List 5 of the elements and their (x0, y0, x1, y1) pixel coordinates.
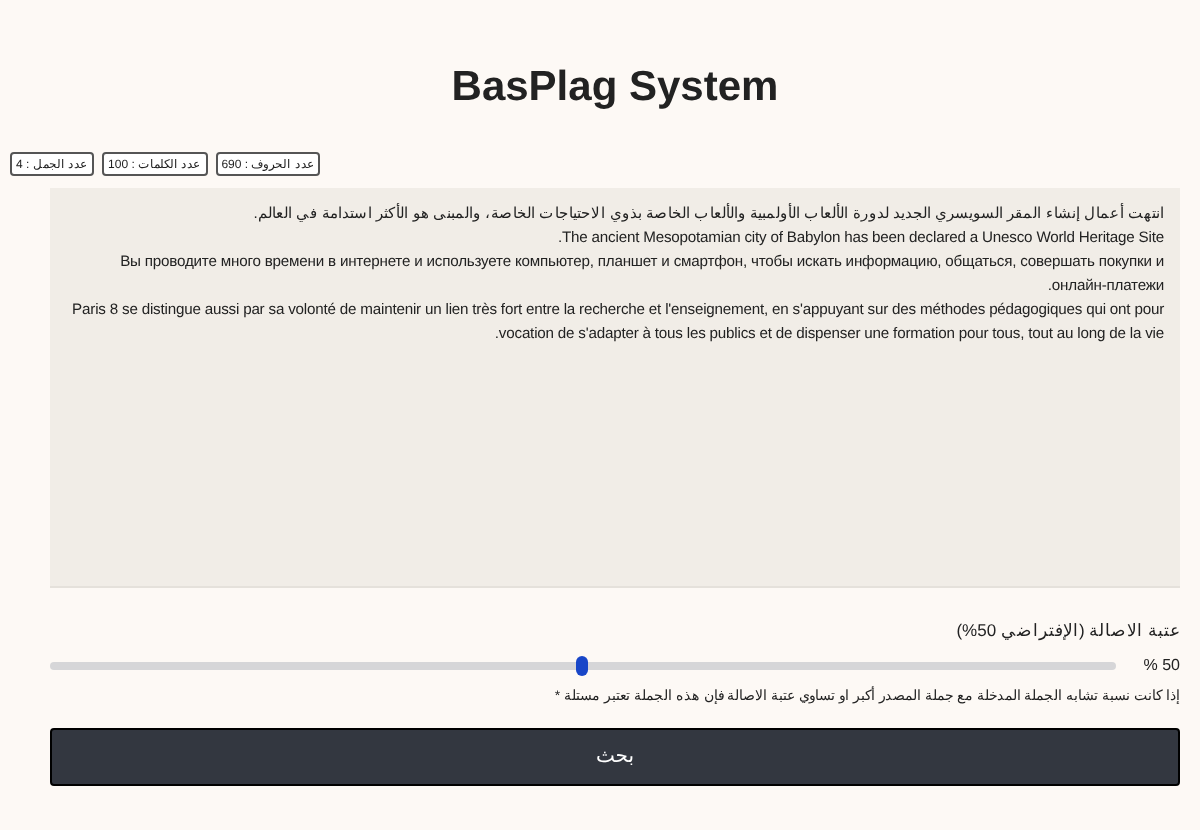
threshold-reading: 50 % (1143, 656, 1180, 674)
search-button[interactable]: بحث (50, 728, 1180, 786)
threshold-label: عتبة الاصالة (الإفتراضي 50%) (954, 620, 1180, 640)
slider-thumb[interactable] (576, 655, 589, 675)
page-title: BasPlag System (449, 62, 781, 114)
